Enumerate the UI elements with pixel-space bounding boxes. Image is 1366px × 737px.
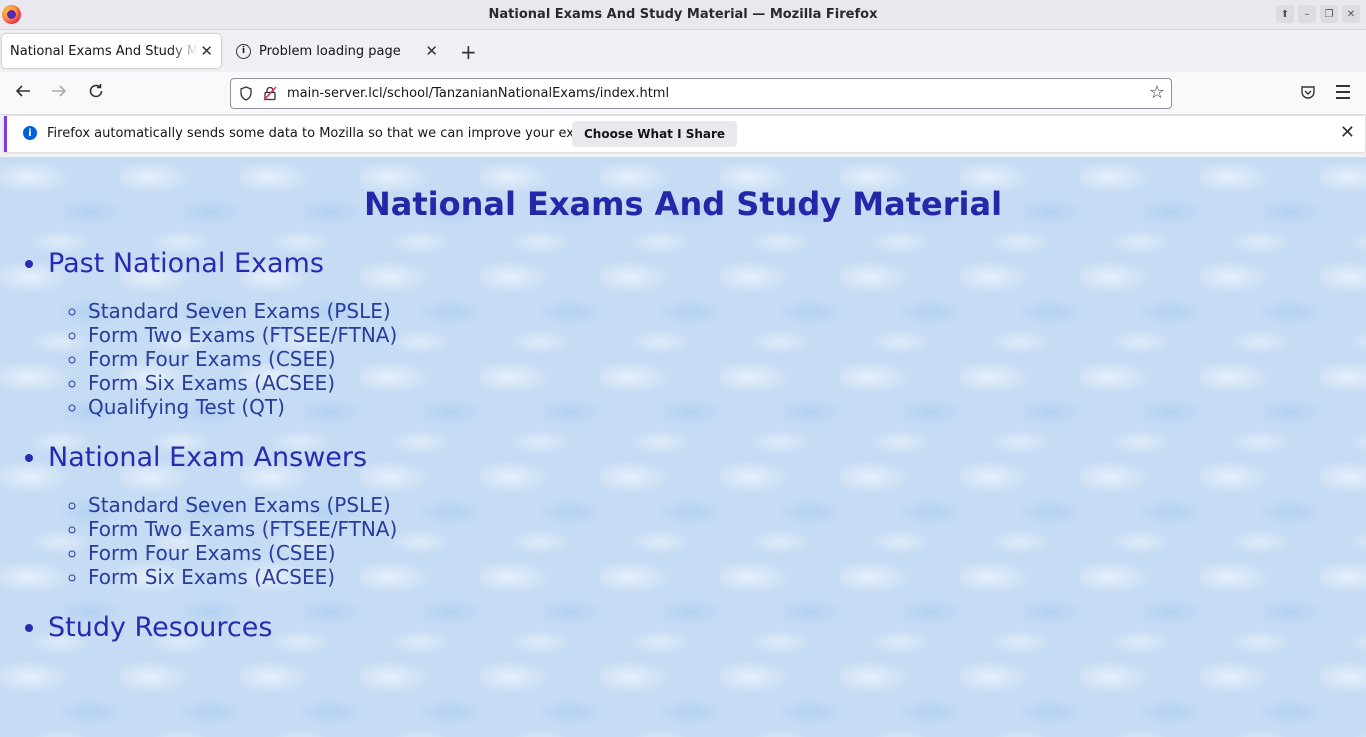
exam-list: Standard Seven Exams (PSLE) Form Two Exa… <box>48 299 397 419</box>
section-past-national-exams: Past National Exams Standard Seven Exams… <box>48 245 397 419</box>
url-text[interactable]: main-server.lcl/school/TanzanianNational… <box>287 86 669 101</box>
section-title[interactable]: Past National Exams <box>48 248 324 279</box>
url-bar[interactable]: main-server.lcl/school/TanzanianNational… <box>230 78 1172 109</box>
insecure-lock-icon[interactable] <box>263 86 277 101</box>
list-item[interactable]: Form Six Exams (ACSEE) <box>88 371 397 395</box>
back-button[interactable] <box>14 82 32 105</box>
star-icon[interactable]: ☆ <box>1149 82 1165 103</box>
list-item[interactable]: Qualifying Test (QT) <box>88 395 397 419</box>
section-national-exam-answers: National Exam Answers Standard Seven Exa… <box>48 439 397 589</box>
info-icon: i <box>236 43 251 59</box>
section-title[interactable]: National Exam Answers <box>48 442 367 473</box>
hamburger-menu-icon[interactable] <box>1336 85 1350 103</box>
info-icon: i <box>23 126 37 140</box>
window-controls: ⬆ – ❐ ✕ <box>1276 5 1360 23</box>
firefox-logo-icon <box>2 5 21 24</box>
tab-close-icon[interactable]: ✕ <box>200 42 213 60</box>
arrow-left-icon <box>15 85 30 97</box>
window-title: National Exams And Study Material — Mozi… <box>488 7 878 22</box>
tab-national-exams[interactable]: National Exams And Study Material ✕ <box>2 34 221 68</box>
pocket-icon[interactable] <box>1300 84 1316 100</box>
window-minimize-button[interactable]: – <box>1298 5 1316 23</box>
navigation-toolbar: main-server.lcl/school/TanzanianNational… <box>0 72 1366 115</box>
forward-button[interactable] <box>50 82 68 105</box>
section-list: Past National Exams Standard Seven Exams… <box>8 245 397 647</box>
tab-label: National Exams And Study Material <box>10 43 198 59</box>
list-item[interactable]: Form Two Exams (FTSEE/FTNA) <box>88 323 397 347</box>
page-title: National Exams And Study Material <box>363 185 1003 223</box>
tab-label: Problem loading page <box>259 43 401 59</box>
window-close-button[interactable]: ✕ <box>1342 5 1360 23</box>
notification-message: Firefox automatically sends some data to… <box>47 126 635 141</box>
close-icon[interactable]: ✕ <box>1340 122 1355 143</box>
answers-list: Standard Seven Exams (PSLE) Form Two Exa… <box>48 493 397 589</box>
list-item[interactable]: Form Two Exams (FTSEE/FTNA) <box>88 517 397 541</box>
data-collection-notification: i Firefox automatically sends some data … <box>4 116 1365 152</box>
tab-close-icon[interactable]: ✕ <box>425 42 438 60</box>
list-item[interactable]: Standard Seven Exams (PSLE) <box>88 299 397 323</box>
list-item[interactable]: Form Six Exams (ACSEE) <box>88 565 397 589</box>
tab-strip: National Exams And Study Material ✕ i Pr… <box>0 30 1366 72</box>
tab-problem-loading[interactable]: i Problem loading page ✕ <box>228 34 446 68</box>
arrow-right-icon <box>52 85 67 97</box>
section-title[interactable]: Study Resources <box>48 612 272 643</box>
window-titlebar: National Exams And Study Material — Mozi… <box>0 0 1366 30</box>
new-tab-button[interactable]: + <box>460 40 477 64</box>
choose-what-i-share-button[interactable]: Choose What I Share <box>572 121 738 147</box>
window-keep-above-button[interactable]: ⬆ <box>1276 5 1294 23</box>
list-item[interactable]: Form Four Exams (CSEE) <box>88 541 397 565</box>
page-content: National Exams And Study Material Past N… <box>0 157 1366 737</box>
window-maximize-button[interactable]: ❐ <box>1320 5 1338 23</box>
list-item[interactable]: Standard Seven Exams (PSLE) <box>88 493 397 517</box>
list-item[interactable]: Form Four Exams (CSEE) <box>88 347 397 371</box>
section-study-resources: Study Resources <box>48 609 397 647</box>
reload-button[interactable] <box>87 82 105 105</box>
reload-icon <box>89 84 103 98</box>
shield-icon[interactable] <box>239 86 253 101</box>
